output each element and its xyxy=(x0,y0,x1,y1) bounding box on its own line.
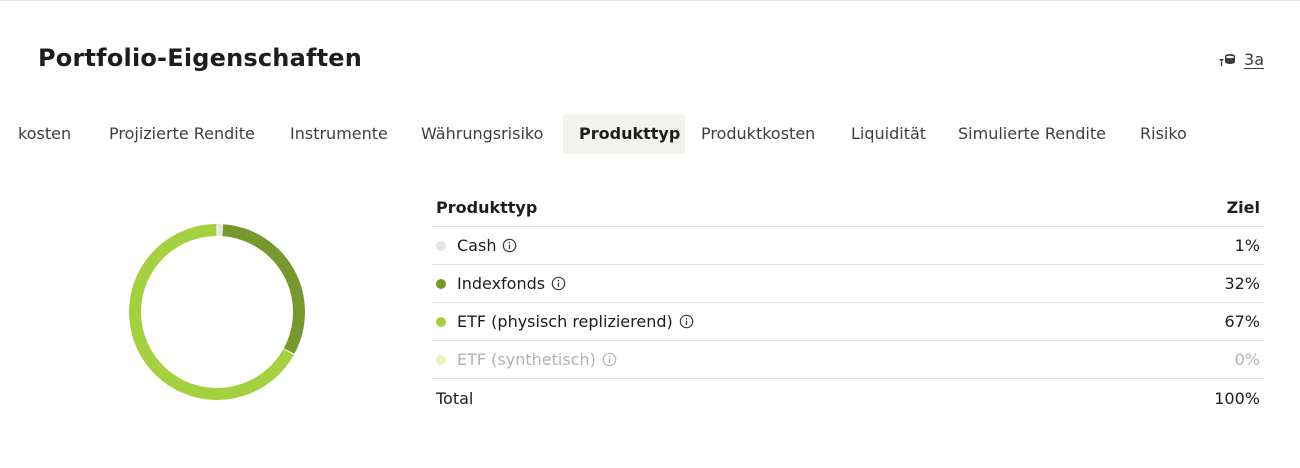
tab-instrumente[interactable]: Instrumente xyxy=(290,114,388,154)
top-divider xyxy=(0,0,1300,1)
info-circle-icon[interactable] xyxy=(679,314,694,329)
row-label-cell: ETF (physisch replizierend) xyxy=(436,312,694,331)
row-label: ETF (physisch replizierend) xyxy=(457,312,673,331)
table-total-row: Total 100% xyxy=(432,379,1264,417)
table-row: Indexfonds 32% xyxy=(432,265,1264,303)
tab-simulierte-rendite[interactable]: Simulierte Rendite xyxy=(958,114,1106,154)
tab-risiko[interactable]: Risiko xyxy=(1140,114,1187,154)
legend-dot-indexfonds xyxy=(436,278,446,289)
donut-slice-indexfonds xyxy=(222,224,305,354)
row-label-cell: Indexfonds xyxy=(436,274,566,293)
tab-produkttyp[interactable]: Produkttyp xyxy=(563,114,685,154)
tab-projizierte-rendite[interactable]: Projizierte Rendite xyxy=(109,114,255,154)
total-label: Total xyxy=(436,388,474,408)
table-header-row: Produkttyp Ziel xyxy=(432,189,1264,227)
product-type-donut-chart xyxy=(129,224,305,400)
legend-dot-cash xyxy=(436,240,446,251)
coins-with-arrow-icon xyxy=(1219,54,1236,66)
tab-liquiditaet[interactable]: Liquidität xyxy=(851,114,926,154)
column-header-produkttyp: Produkttyp xyxy=(436,198,538,217)
row-label-cell: ETF (synthetisch) xyxy=(436,350,617,369)
row-value: 1% xyxy=(1234,236,1260,255)
tab-produktkosten[interactable]: Produktkosten xyxy=(701,114,815,154)
page-title: Portfolio-Eigenschaften xyxy=(38,44,363,72)
row-label: Cash xyxy=(457,236,497,255)
total-value: 100% xyxy=(1214,388,1260,408)
table-row: ETF (physisch replizierend) 67% xyxy=(432,303,1264,341)
row-label: ETF (synthetisch) xyxy=(457,350,596,369)
info-circle-icon[interactable] xyxy=(551,276,566,291)
tab-kosten[interactable]: kosten xyxy=(18,114,71,154)
legend-dot-etf-physisch xyxy=(436,316,446,327)
row-label-cell: Cash xyxy=(436,236,517,255)
legend-dot-etf-synthetisch xyxy=(436,354,446,365)
table-row: Cash 1% xyxy=(432,227,1264,265)
pillar-link[interactable]: 3a xyxy=(1217,49,1264,69)
row-value: 32% xyxy=(1224,274,1260,293)
donut-slice-cash xyxy=(217,224,222,237)
tab-waehrungsrisiko[interactable]: Währungsrisiko xyxy=(421,114,543,154)
pillar-label[interactable]: 3a xyxy=(1244,50,1264,69)
row-label: Indexfonds xyxy=(457,274,546,293)
column-header-ziel: Ziel xyxy=(1226,198,1260,217)
tab-bar: kosten Projizierte Rendite Instrumente W… xyxy=(0,114,1300,154)
row-value: 0% xyxy=(1234,350,1260,369)
info-circle-icon[interactable] xyxy=(502,238,517,253)
row-value: 67% xyxy=(1224,312,1260,331)
table-row: ETF (synthetisch) 0% xyxy=(432,341,1264,379)
info-circle-icon[interactable] xyxy=(602,352,617,367)
product-type-table: Produkttyp Ziel Cash 1% Indexfonds 32% E… xyxy=(432,189,1264,417)
